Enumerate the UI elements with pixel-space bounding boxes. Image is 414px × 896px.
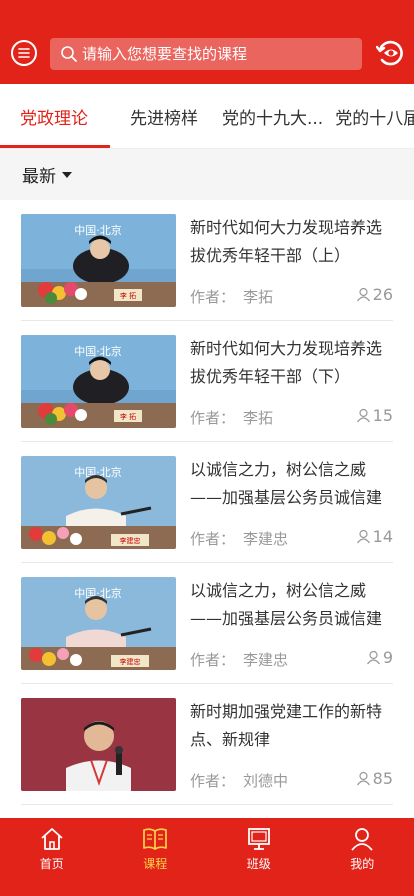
course-thumbnail[interactable]: 中国·北京 李 拓: [21, 335, 176, 428]
search-input[interactable]: [82, 45, 352, 63]
book-icon: [143, 828, 168, 850]
nav-class-label: 班级: [246, 857, 271, 871]
course-thumbnail[interactable]: 中国·北京 李建忠: [21, 456, 176, 549]
refresh-eye-icon[interactable]: [376, 38, 406, 68]
category-tabs: 党政理论 先进榜样 党的十九大... 党的十八届: [0, 84, 414, 148]
course-title[interactable]: 新时期加强党建工作的新特点、新规律: [190, 698, 395, 754]
person-icon: [356, 287, 370, 302]
author-name: 刘德中: [243, 772, 289, 790]
course-title[interactable]: 新时代如何大力发现培养选拔优秀年轻干部（下）: [190, 335, 395, 391]
view-count: 26: [356, 285, 393, 304]
monitor-icon: [247, 828, 270, 850]
user-icon: [351, 828, 373, 851]
author-name: 李建忠: [243, 530, 289, 548]
course-item[interactable]: 中国·北京 李建忠 以诚信之力，树公信之威——加强基层公务员诚信建设... 作者…: [21, 442, 393, 563]
course-title[interactable]: 新时代如何大力发现培养选拔优秀年轻干部（上）: [190, 214, 395, 270]
course-author: 作者： 李拓: [190, 286, 273, 307]
top-header: [0, 0, 414, 84]
course-thumbnail[interactable]: [21, 698, 176, 791]
course-thumbnail[interactable]: 中国·北京 李建忠: [21, 577, 176, 670]
sort-dropdown[interactable]: 最新: [22, 162, 56, 187]
view-count: 14: [356, 527, 393, 546]
nameplate-text: 李 拓: [120, 412, 136, 421]
course-item[interactable]: 中国·北京 李建忠 以诚信之力，树公信之威——加强基层公务员诚信建设... 作者…: [21, 563, 393, 684]
nameplate-text: 李建忠: [120, 536, 141, 545]
view-count: 15: [356, 406, 393, 425]
author-label: 作者：: [190, 772, 236, 790]
nameplate-text: 李 拓: [120, 291, 136, 300]
tab-18th-plenary[interactable]: 党的十八届: [335, 84, 414, 148]
nav-home[interactable]: 首页: [0, 818, 104, 896]
author-name: 李拓: [243, 288, 274, 306]
home-icon: [41, 828, 63, 850]
course-item[interactable]: 中国·北京 李 拓 新时代如何大力发现培养选拔优秀年轻干部（下） 作者： 李拓 1…: [21, 321, 393, 442]
nav-class[interactable]: 班级: [207, 818, 311, 896]
view-count-value: 15: [372, 406, 393, 425]
search-bar[interactable]: [50, 38, 362, 70]
nav-mine[interactable]: 我的: [311, 818, 414, 896]
course-item[interactable]: 新时期加强党建工作的新特点、新规律 作者： 刘德中 85: [21, 684, 393, 805]
course-author: 作者： 李拓: [190, 407, 273, 428]
person-icon: [366, 650, 380, 665]
author-name: 李建忠: [243, 651, 289, 669]
nav-mine-label: 我的: [350, 857, 375, 871]
tab-role-models[interactable]: 先进榜样: [110, 84, 210, 148]
course-author: 作者： 刘德中: [190, 770, 288, 791]
view-count-value: 85: [372, 769, 393, 788]
person-icon: [356, 771, 370, 786]
tab-19th-congress[interactable]: 党的十九大...: [210, 84, 335, 148]
author-label: 作者：: [190, 530, 236, 548]
search-icon: [61, 46, 77, 62]
author-label: 作者：: [190, 651, 236, 669]
sort-bar: 最新: [0, 148, 414, 200]
person-icon: [356, 529, 370, 544]
author-label: 作者：: [190, 409, 236, 427]
view-count-value: 9: [382, 648, 393, 667]
bottom-nav: 首页 课程 班级 我的: [0, 818, 414, 896]
course-list: 中国·北京 李 拓 新时代如何大力发现培养选拔优秀年轻干部（上） 作者： 李拓 2…: [0, 200, 414, 818]
view-count-value: 26: [372, 285, 393, 304]
author-name: 李拓: [243, 409, 274, 427]
nav-home-label: 首页: [39, 857, 64, 871]
view-count-value: 14: [372, 527, 393, 546]
nav-courses-label: 课程: [143, 857, 168, 871]
course-title[interactable]: 以诚信之力，树公信之威——加强基层公务员诚信建设...: [190, 577, 395, 633]
nameplate-text: 李建忠: [120, 657, 141, 666]
tab-party-theory[interactable]: 党政理论: [0, 84, 110, 148]
menu-icon[interactable]: [11, 40, 37, 66]
course-author: 作者： 李建忠: [190, 649, 288, 670]
view-count: 9: [366, 648, 393, 667]
caret-down-icon[interactable]: [62, 171, 72, 178]
nav-courses[interactable]: 课程: [104, 818, 208, 896]
banner-text: 中国·北京: [74, 223, 122, 237]
course-title[interactable]: 以诚信之力，树公信之威——加强基层公务员诚信建设...: [190, 456, 395, 512]
person-icon: [356, 408, 370, 423]
course-thumbnail[interactable]: 中国·北京 李 拓: [21, 214, 176, 307]
course-author: 作者： 李建忠: [190, 528, 288, 549]
banner-text: 中国·北京: [74, 344, 122, 358]
author-label: 作者：: [190, 288, 236, 306]
view-count: 85: [356, 769, 393, 788]
course-item[interactable]: 中国·北京 李 拓 新时代如何大力发现培养选拔优秀年轻干部（上） 作者： 李拓 2…: [21, 200, 393, 321]
